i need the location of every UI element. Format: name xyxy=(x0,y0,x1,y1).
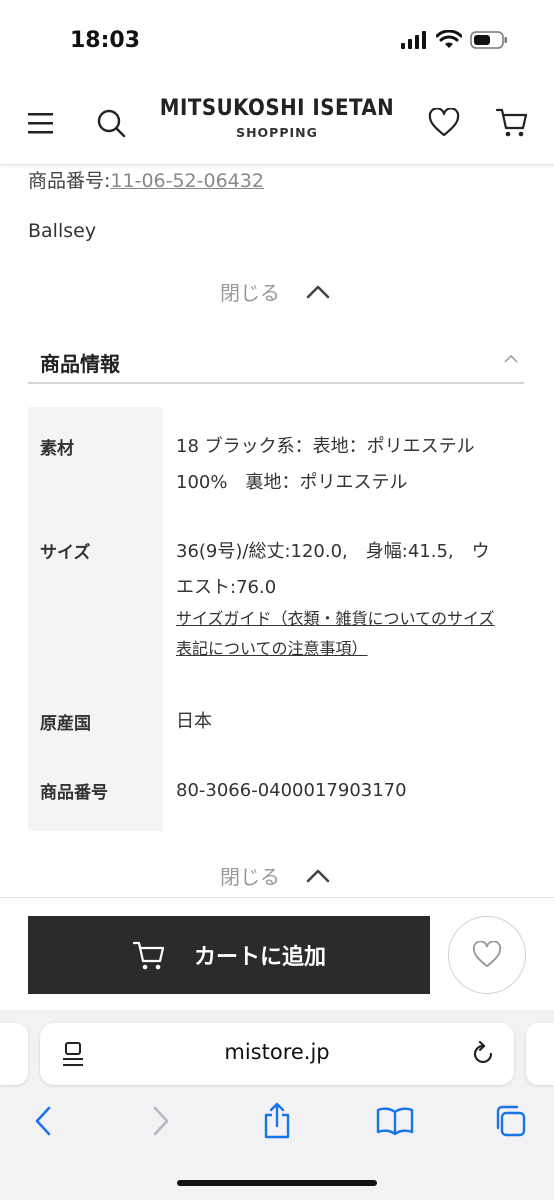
material-line-1: 18 ブラック系：表地：ポリエステル xyxy=(176,436,475,457)
heart-icon[interactable] xyxy=(426,106,462,140)
chevron-up-icon xyxy=(306,869,330,882)
address-bar[interactable]: mistore.jp xyxy=(40,1023,514,1085)
chevron-up-icon xyxy=(504,354,518,363)
chevron-up-icon xyxy=(306,285,330,298)
brand-subtitle: SHOPPING xyxy=(236,125,318,140)
previous-tab-peek[interactable] xyxy=(0,1023,28,1085)
product-info-header[interactable]: 商品情報 xyxy=(28,340,524,384)
origin-label: 原産国 xyxy=(40,714,91,734)
reload-icon[interactable] xyxy=(470,1041,496,1067)
next-tab-peek[interactable] xyxy=(526,1023,554,1085)
product-number-link[interactable]: 11-06-52-06432 xyxy=(110,170,264,192)
home-indicator xyxy=(177,1180,377,1186)
close-toggle-top[interactable]: 閉じる xyxy=(220,277,330,306)
section-title: 商品情報 xyxy=(40,352,120,376)
signal-icon xyxy=(401,31,426,49)
close-toggle-bottom[interactable]: 閉じる xyxy=(220,861,330,890)
status-icons xyxy=(400,30,508,50)
size-guide-link[interactable]: サイズガイド（衣類・雑貨についてのサイズ 表記についての注意事項） xyxy=(176,604,495,664)
back-icon[interactable] xyxy=(26,1102,60,1140)
item-number-value: 80-3066-0400017903170 xyxy=(176,780,407,801)
forward-icon[interactable] xyxy=(144,1102,178,1140)
close-label: 閉じる xyxy=(220,281,280,305)
size-guide-line-2: 表記についての注意事項） xyxy=(176,639,368,658)
url-text: mistore.jp xyxy=(224,1040,330,1064)
product-number-label: 商品番号: xyxy=(28,170,111,192)
cart-icon xyxy=(132,941,165,970)
brand-name: MITSUKOSHI ISETAN xyxy=(159,96,395,121)
tabs-icon[interactable] xyxy=(492,1102,528,1140)
table-label-column xyxy=(28,407,163,831)
cart-icon[interactable] xyxy=(494,104,530,140)
add-to-cart-label: カートに追加 xyxy=(193,945,326,970)
size-line-2: エスト:76.0 xyxy=(176,577,277,598)
cart-bar-divider xyxy=(0,897,554,898)
product-number-line: 商品番号:11-06-52-06432 xyxy=(28,166,264,193)
status-time: 18:03 xyxy=(70,28,141,53)
close-label: 閉じる xyxy=(220,865,280,889)
size-value: 36(9号)/総丈:120.0, 身幅:41.5, ウ エスト:76.0 xyxy=(176,534,490,606)
material-value: 18 ブラック系：表地：ポリエステル 100% 裏地：ポリエステル xyxy=(176,429,475,501)
origin-value: 日本 xyxy=(176,711,212,732)
battery-icon xyxy=(470,31,507,49)
material-label: 素材 xyxy=(40,439,74,459)
bookmarks-icon[interactable] xyxy=(374,1104,416,1138)
material-line-2: 100% 裏地：ポリエステル xyxy=(176,472,408,493)
size-guide-line-1: サイズガイド（衣類・雑貨についてのサイズ xyxy=(176,609,495,628)
size-line-1: 36(9号)/総丈:120.0, 身幅:41.5, ウ xyxy=(176,541,490,562)
size-label: サイズ xyxy=(40,543,91,563)
heart-icon xyxy=(472,941,502,968)
brand-logo[interactable]: MITSUKOSHI ISETAN SHOPPING xyxy=(0,96,554,140)
brand-name-text: Ballsey xyxy=(28,220,97,242)
add-to-cart-button[interactable]: カートに追加 xyxy=(28,916,430,994)
share-icon[interactable] xyxy=(259,1100,295,1142)
favorite-button[interactable] xyxy=(448,916,526,994)
wifi-icon xyxy=(436,30,462,48)
item-number-label: 商品番号 xyxy=(40,783,108,803)
